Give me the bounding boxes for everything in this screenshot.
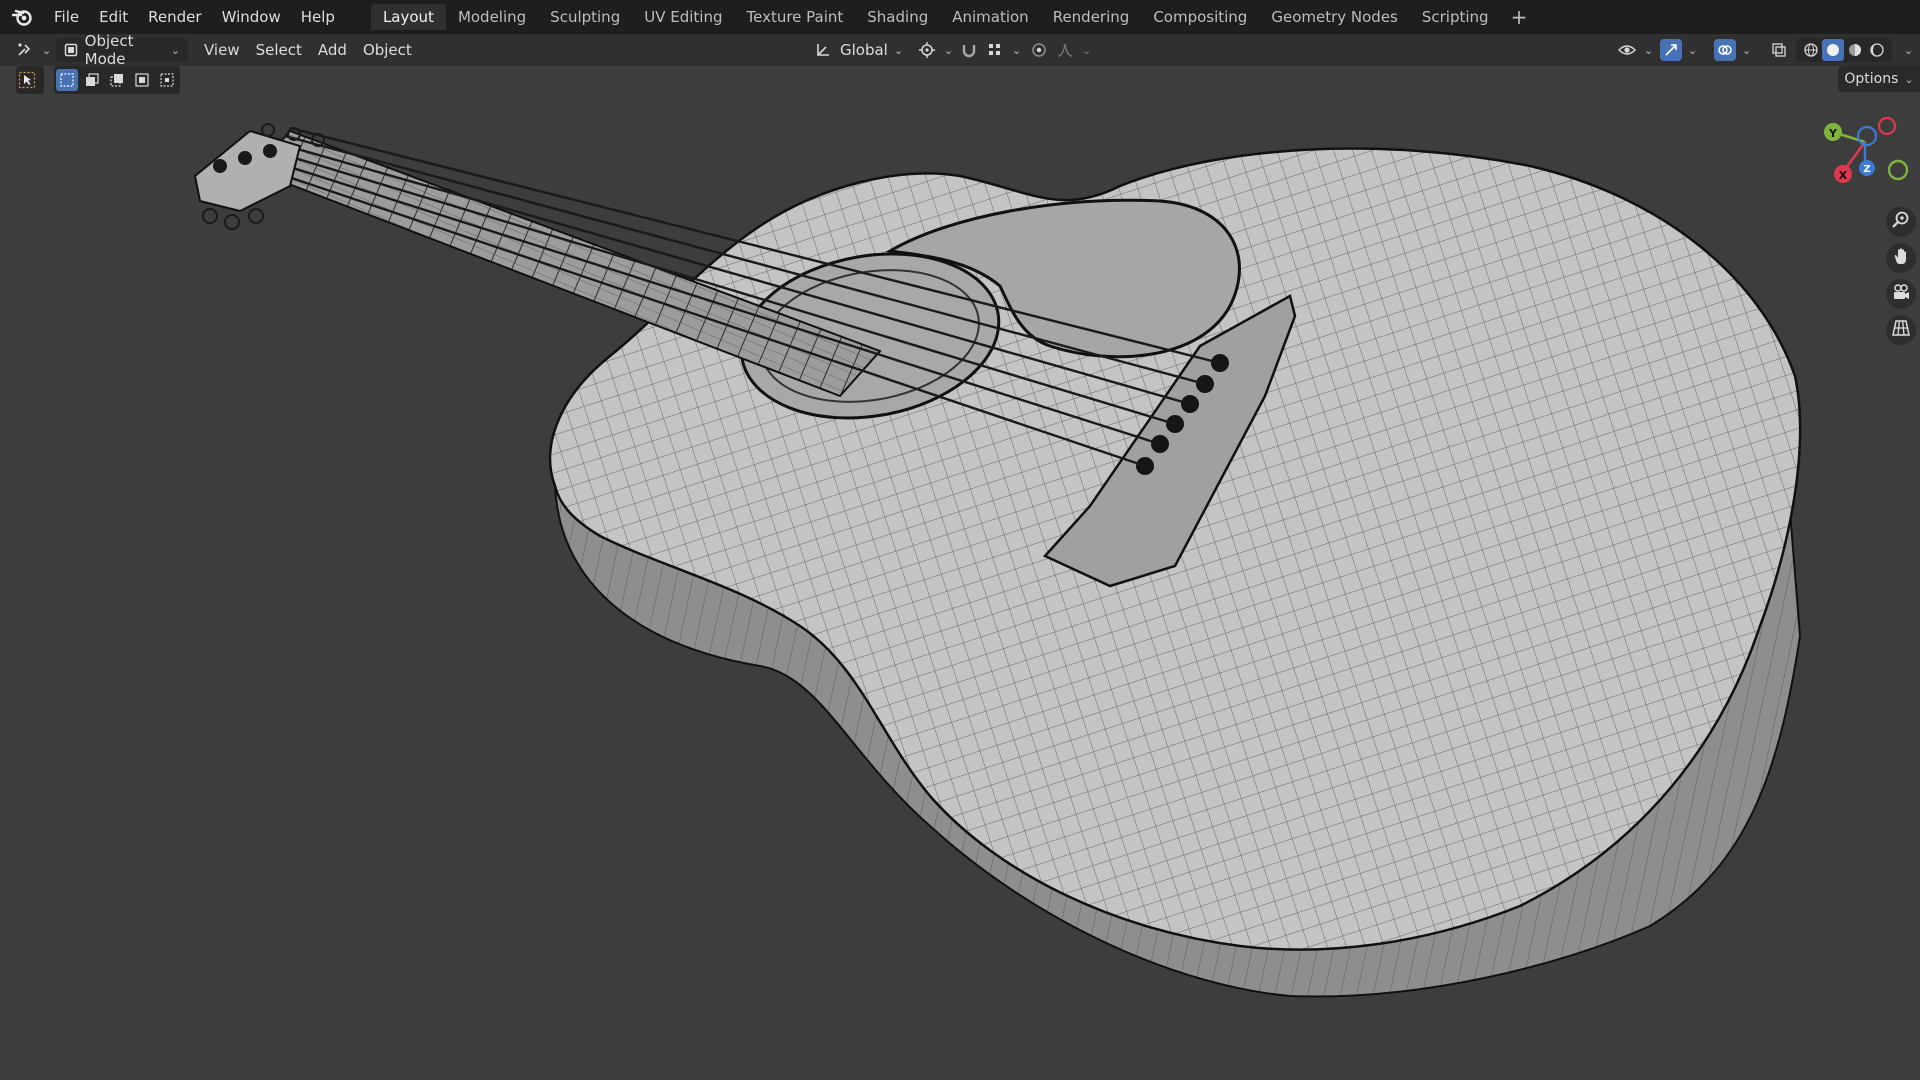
tab-rendering[interactable]: Rendering <box>1041 4 1142 30</box>
tab-animation[interactable]: Animation <box>940 4 1040 30</box>
viewport-header: ⌄ Object Mode ⌄ View Select Add Object G… <box>0 32 1920 68</box>
menu-render[interactable]: Render <box>138 0 211 34</box>
pan-hand-icon <box>1891 246 1911 270</box>
snap-target-dropdown[interactable]: ⌄ <box>984 38 1021 62</box>
chevron-down-icon: ⌄ <box>944 43 954 57</box>
pivot-dropdown[interactable]: ⌄ <box>916 38 953 62</box>
solid-shading-icon[interactable] <box>1822 39 1844 61</box>
navigation-gizmo[interactable]: Y X Z <box>1815 112 1915 202</box>
add-workspace-button[interactable]: + <box>1501 5 1538 29</box>
rendered-shading-icon[interactable] <box>1866 39 1888 61</box>
3d-viewport[interactable] <box>0 66 1920 1080</box>
overlay-toggle[interactable]: ⌄ <box>1714 38 1751 62</box>
chevron-down-icon: ⌄ <box>893 43 904 57</box>
workspace-tabs: Layout Modeling Sculpting UV Editing Tex… <box>370 0 1538 34</box>
chevron-down-icon: ⌄ <box>1742 43 1752 57</box>
camera-view-icon <box>1891 282 1911 306</box>
snap-toggle[interactable] <box>958 38 980 62</box>
pivot-icon <box>916 39 938 61</box>
xray-toggle[interactable] <box>1768 38 1790 62</box>
menu-select[interactable]: Select <box>248 41 310 59</box>
orientation-icon <box>812 39 834 61</box>
gizmo-z-label: Z <box>1863 164 1870 175</box>
tab-geometry-nodes[interactable]: Geometry Nodes <box>1259 4 1410 30</box>
tab-uv-editing[interactable]: UV Editing <box>632 4 734 30</box>
zoom-icon <box>1891 210 1911 234</box>
select-invert-icon[interactable] <box>131 69 153 91</box>
chevron-down-icon: ⌄ <box>1904 43 1914 57</box>
guitar-mesh-scene <box>193 123 1802 998</box>
shading-options-dropdown[interactable]: ⌄ <box>1898 38 1913 62</box>
chevron-down-icon: ⌄ <box>1082 43 1092 57</box>
chevron-down-icon: ⌄ <box>1644 43 1654 57</box>
material-shading-icon[interactable] <box>1844 39 1866 61</box>
ortho-grid-icon <box>1891 318 1911 342</box>
gizmo-toggle-icon <box>1660 39 1682 61</box>
select-extend-icon[interactable] <box>81 69 103 91</box>
pan-button[interactable] <box>1886 243 1916 273</box>
tool-settings-row <box>0 66 1920 94</box>
select-tool-button[interactable] <box>16 66 44 94</box>
visibility-dropdown[interactable]: ⌄ <box>1616 38 1653 62</box>
options-dropdown[interactable]: Options ⌄ <box>1838 66 1920 92</box>
tab-compositing[interactable]: Compositing <box>1141 4 1259 30</box>
select-intersect-icon[interactable] <box>156 69 178 91</box>
object-mode-icon <box>62 39 81 61</box>
shading-mode-group <box>1796 38 1892 62</box>
gizmo-x-label: X <box>1839 169 1848 182</box>
zoom-button[interactable] <box>1886 207 1916 237</box>
gizmo-toggle[interactable]: ⌄ <box>1660 38 1697 62</box>
camera-view-button[interactable] <box>1886 279 1916 309</box>
menu-view[interactable]: View <box>196 41 248 59</box>
menu-object[interactable]: Object <box>355 41 420 59</box>
visibility-icon <box>1616 39 1638 61</box>
proportional-edit-icon <box>1028 39 1050 61</box>
cursor-select-icon <box>16 69 38 91</box>
snap-grid-icon <box>984 39 1006 61</box>
tab-texture-paint[interactable]: Texture Paint <box>734 4 855 30</box>
menu-file[interactable]: File <box>44 0 89 34</box>
selection-mode-group <box>54 66 180 94</box>
top-bar: File Edit Render Window Help Layout Mode… <box>0 0 1920 34</box>
menu-add[interactable]: Add <box>310 41 355 59</box>
mode-label: Object Mode <box>84 32 134 68</box>
orientation-label: Global <box>840 41 888 59</box>
tab-modeling[interactable]: Modeling <box>446 4 538 30</box>
ortho-toggle-button[interactable] <box>1886 315 1916 345</box>
menu-help[interactable]: Help <box>291 0 345 34</box>
blender-logo-icon[interactable] <box>10 5 34 29</box>
mode-dropdown[interactable]: Object Mode ⌄ <box>56 32 188 68</box>
chevron-down-icon: ⌄ <box>1688 43 1698 57</box>
editor-type-icon <box>14 39 36 61</box>
menu-window[interactable]: Window <box>212 0 291 34</box>
tab-sculpting[interactable]: Sculpting <box>538 4 632 30</box>
proportional-edit-toggle[interactable] <box>1028 38 1050 62</box>
tab-shading[interactable]: Shading <box>855 4 940 30</box>
falloff-curve-icon <box>1054 39 1076 61</box>
chevron-down-icon: ⌄ <box>1012 43 1022 57</box>
chevron-down-icon: ⌄ <box>170 43 180 57</box>
proportional-falloff-dropdown[interactable]: ⌄ <box>1054 38 1091 62</box>
chevron-down-icon: ⌄ <box>42 43 52 57</box>
select-new-icon[interactable] <box>55 69 78 91</box>
menu-edit[interactable]: Edit <box>89 0 138 34</box>
options-label: Options <box>1844 71 1899 87</box>
wireframe-shading-icon[interactable] <box>1800 39 1822 61</box>
snap-magnet-icon <box>958 39 980 61</box>
tab-layout[interactable]: Layout <box>370 4 446 30</box>
overlay-icon <box>1714 39 1736 61</box>
select-subtract-icon[interactable] <box>106 69 128 91</box>
orientation-dropdown[interactable]: Global ⌄ <box>812 38 903 62</box>
gizmo-y-label: Y <box>1828 127 1838 140</box>
tab-scripting[interactable]: Scripting <box>1410 4 1501 30</box>
chevron-down-icon: ⌄ <box>1904 72 1914 86</box>
xray-icon <box>1768 39 1790 61</box>
editor-type-button[interactable]: ⌄ <box>14 38 51 62</box>
